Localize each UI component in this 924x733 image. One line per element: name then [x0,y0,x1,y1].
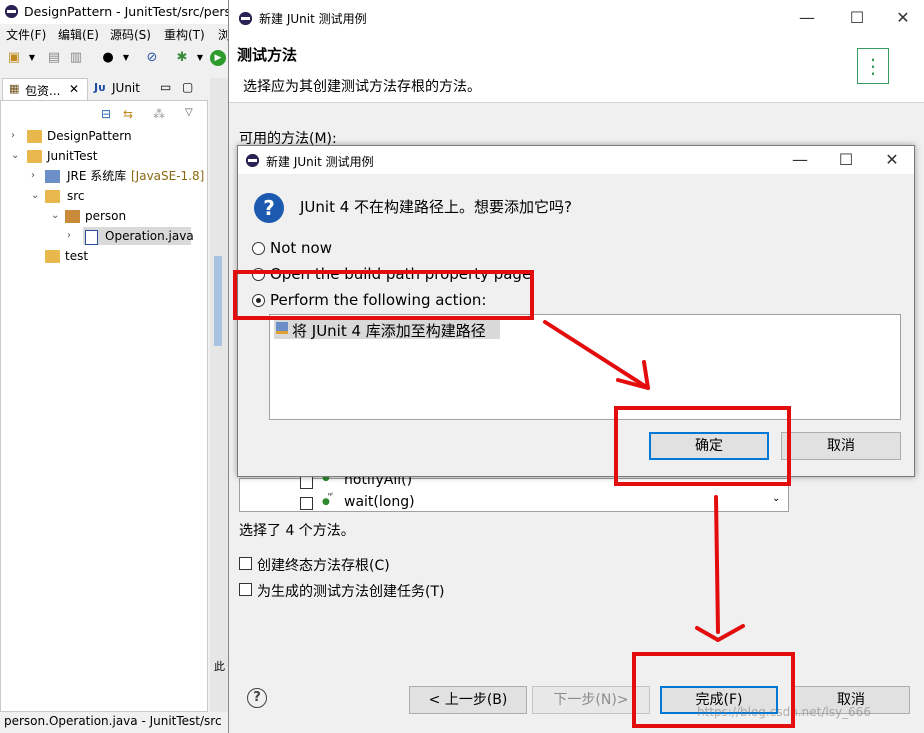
arrow-to-ok [543,320,650,390]
arrow-to-finish [714,495,720,634]
arrow-to-finish-head [695,624,745,642]
annotation-arrows [543,320,745,642]
